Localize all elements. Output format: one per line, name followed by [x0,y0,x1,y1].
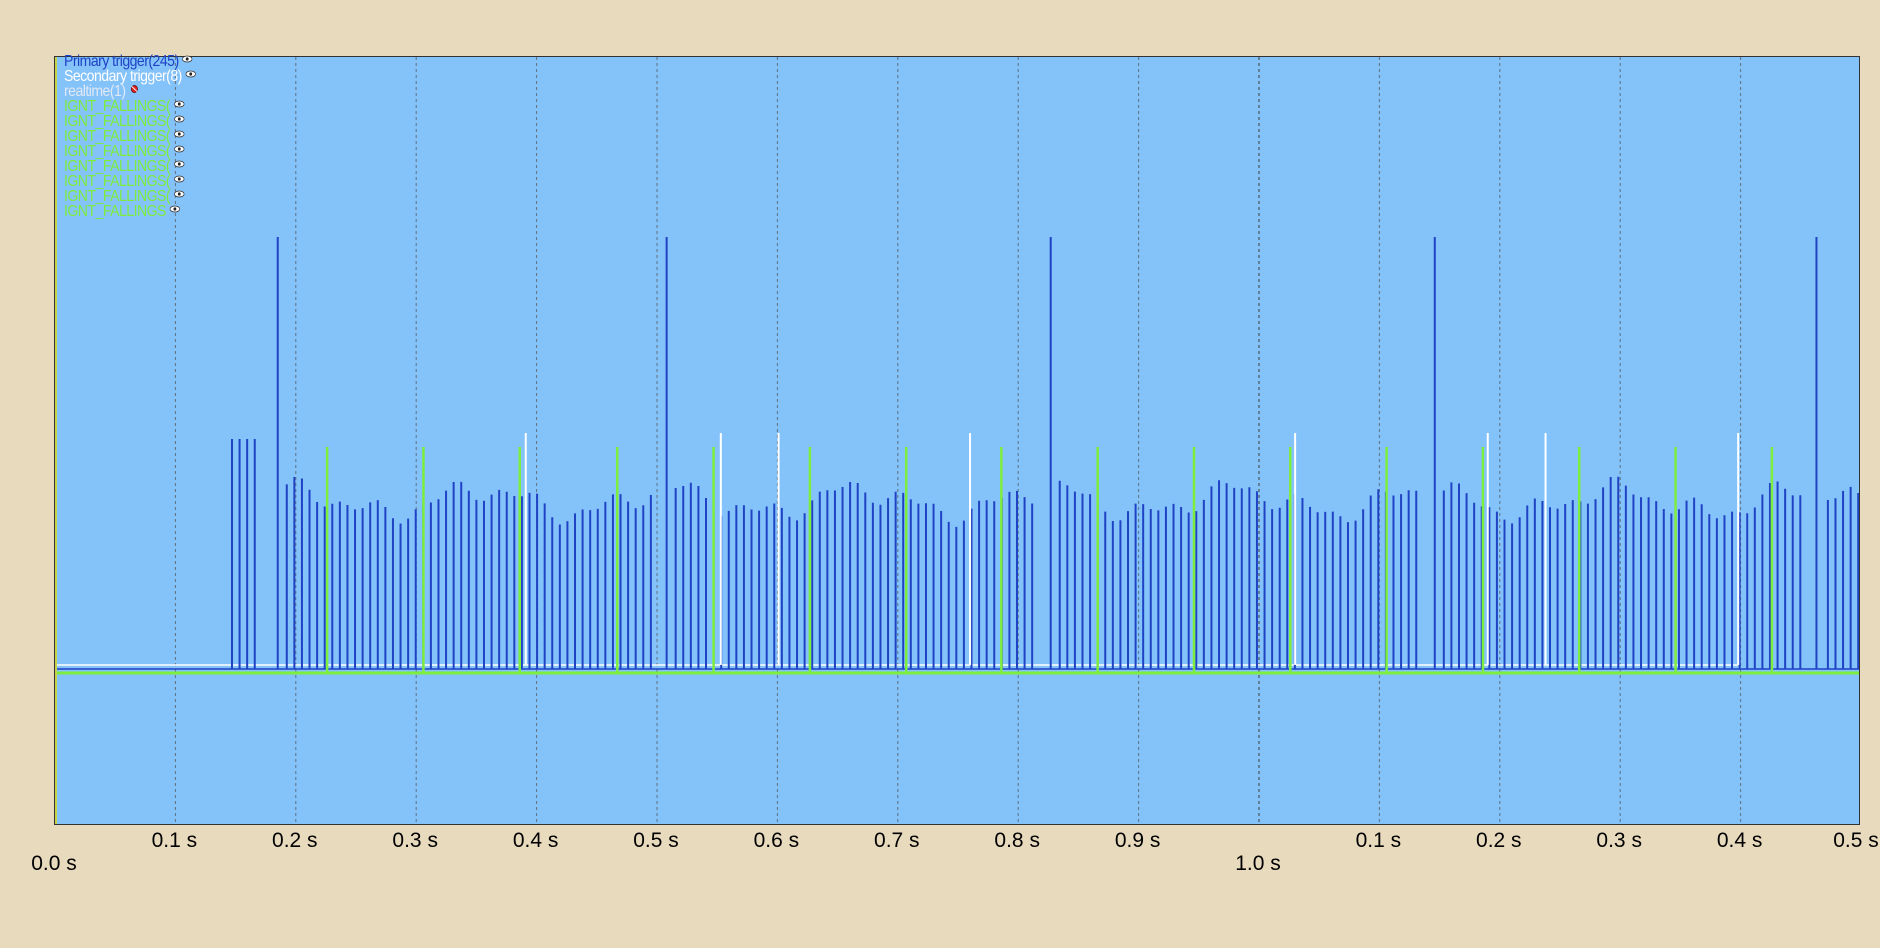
time-axis-tick-label: 0.3 s [392,829,438,852]
eye-icon[interactable] [173,175,185,183]
eye-icon[interactable] [173,100,185,108]
legend-item[interactable]: IGNT_FALLINGS [64,203,196,220]
eye-icon[interactable] [185,70,196,78]
time-axis-tick-label: 0.4 s [1716,829,1763,852]
legend-item[interactable]: Secondary trigger(8) [64,69,196,85]
plot-canvas [55,57,1859,824]
legend: Primary trigger(245) Secondary trigger(8)… [64,54,196,220]
eye-icon[interactable] [173,145,185,153]
eye-icon[interactable] [182,55,193,63]
time-axis-tick-label: 0.8 s [994,829,1040,852]
time-axis-tick-label: 0.2 s [272,829,318,852]
legend-item[interactable]: IGNT_FALLINGS( [64,159,196,175]
legend-item[interactable]: IGNT_FALLINGS( [64,144,196,160]
time-axis-tick-label: 0.4 s [512,829,559,852]
time-axis-tick-label: 0.6 s [753,829,800,852]
legend-item[interactable]: IGNT_FALLINGS( [64,189,196,205]
time-axis-tick-label: 0.1 s [151,829,198,852]
time-axis-tick-label: 0.3 s [1596,829,1642,852]
time-axis-tick-label: 0.5 s [1833,829,1879,852]
eye-icon[interactable] [173,130,185,138]
plot-area[interactable] [54,56,1860,825]
legend-item[interactable]: IGNT_FALLINGS( [64,129,196,145]
eye-closed-icon[interactable] [129,84,140,93]
time-axis-tick-label: 0.5 s [633,829,679,852]
eye-icon[interactable] [173,115,185,123]
eye-icon[interactable] [173,190,185,198]
time-axis-origin-label: 0.0 s [31,852,77,875]
time-axis-tick-label: 0.1 s [1355,829,1402,852]
time-axis-second-label: 1.0 s [1235,852,1281,875]
legend-item[interactable]: IGNT_FALLINGS( [64,174,196,190]
legend-item[interactable]: realtime(1) [64,84,196,100]
legend-item[interactable]: IGNT_FALLINGS( [64,114,196,130]
eye-icon[interactable] [169,205,180,213]
eye-icon[interactable] [173,160,185,168]
legend-item[interactable]: Primary trigger(245) [64,54,196,70]
time-axis-tick-label: 0.9 s [1114,829,1161,852]
time-axis-tick-label: 0.2 s [1476,829,1522,852]
time-axis-tick-label: 0.7 s [874,829,920,852]
legend-item-label: IGNT_FALLINGS [64,203,166,220]
legend-item[interactable]: IGNT_FALLINGS( [64,99,196,115]
